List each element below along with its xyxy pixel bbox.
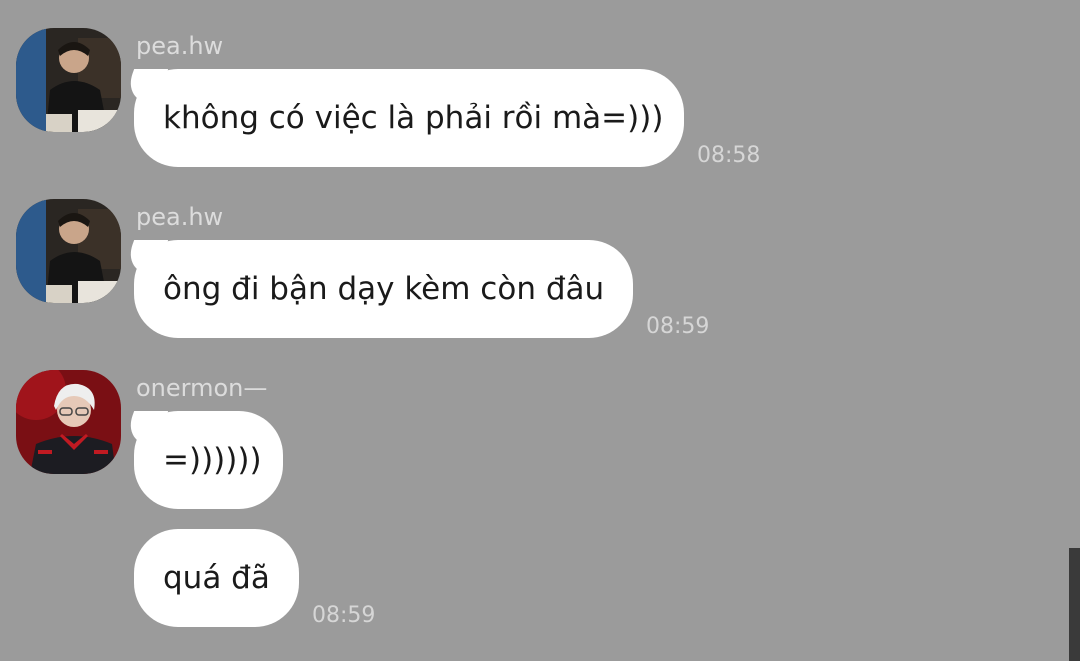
avatar-onermon[interactable] (16, 370, 121, 474)
message-time: 08:58 (697, 143, 761, 168)
profile-photo-red-icon (16, 370, 121, 474)
message-bubble[interactable]: =)))))) (134, 411, 283, 509)
sender-name: pea.hw (136, 32, 224, 60)
message-bubble[interactable]: quá đã (134, 529, 299, 627)
profile-photo-dark-icon (16, 199, 121, 303)
message-text: =)))))) (163, 442, 262, 478)
message-time: 08:59 (312, 603, 376, 628)
message-time: 08:59 (646, 314, 710, 339)
chat-thread[interactable]: pea.hw không có việc là phải rồi mà=))) … (0, 0, 1080, 661)
avatar-pea-hw[interactable] (16, 199, 121, 303)
profile-photo-dark-icon (16, 28, 121, 132)
sender-name: onermon— (136, 374, 268, 402)
scrollbar-thumb[interactable] (1069, 548, 1080, 661)
message-bubble[interactable]: không có việc là phải rồi mà=))) (134, 69, 684, 167)
message-text: không có việc là phải rồi mà=))) (163, 100, 664, 136)
message-text: quá đã (163, 560, 270, 596)
avatar-pea-hw[interactable] (16, 28, 121, 132)
sender-name: pea.hw (136, 203, 224, 231)
message-bubble[interactable]: ông đi bận dạy kèm còn đâu (134, 240, 633, 338)
message-text: ông đi bận dạy kèm còn đâu (163, 271, 605, 307)
